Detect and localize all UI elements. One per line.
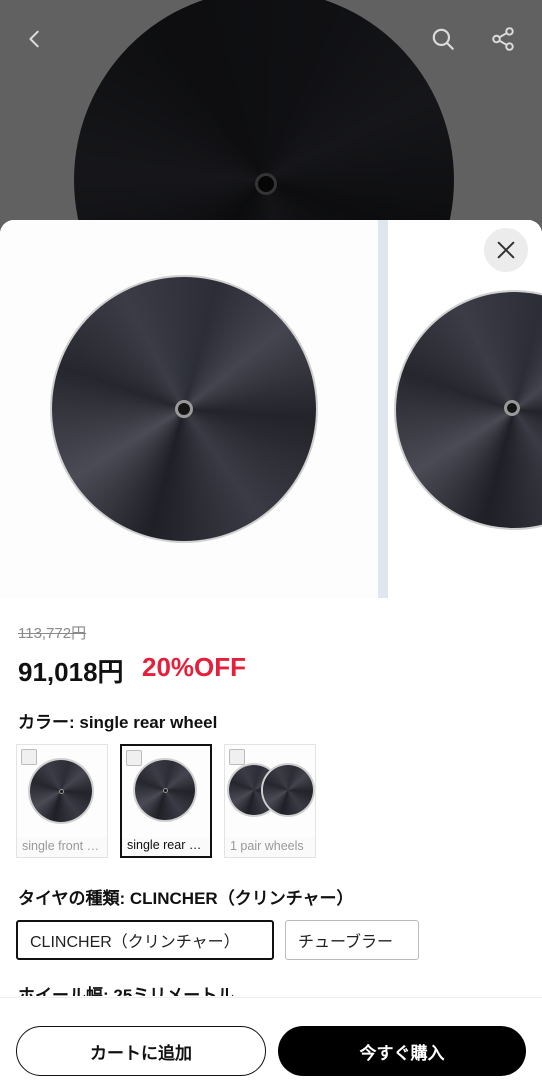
- tire-type-label: タイヤの種類: CLINCHER（クリンチャー）: [18, 889, 354, 908]
- swatch-thumbnail: [122, 746, 210, 838]
- expand-icon: [21, 749, 37, 765]
- sale-price: 91,018円: [18, 657, 124, 687]
- swatch-label: single front wheel: [22, 839, 107, 853]
- gallery-image-main[interactable]: [0, 220, 378, 598]
- color-option-single-front[interactable]: single front wheel: [16, 744, 108, 858]
- expand-icon: [126, 750, 142, 766]
- tire-option-tubular[interactable]: チューブラー: [285, 920, 419, 960]
- wheel-image: [396, 292, 542, 528]
- wheel-hub: [163, 788, 168, 793]
- gallery-image-next[interactable]: [388, 220, 542, 598]
- chevron-left-icon: [29, 30, 39, 48]
- discount-badge: 20%OFF: [142, 652, 247, 682]
- color-label: カラー: single rear wheel: [18, 713, 218, 732]
- search-icon: [432, 28, 454, 50]
- wheel-hub: [504, 400, 520, 416]
- original-price: 113,772円: [18, 625, 87, 642]
- add-to-cart-button[interactable]: カートに追加: [16, 1026, 266, 1076]
- color-option-pair[interactable]: 1 pair wheels: [224, 744, 316, 858]
- close-button[interactable]: [484, 228, 528, 272]
- search-button[interactable]: [426, 22, 460, 56]
- tire-option-clincher[interactable]: CLINCHER（クリンチャー）: [16, 920, 274, 960]
- color-option-single-rear[interactable]: single rear wheel: [120, 744, 212, 858]
- swatch-label: single rear wheel: [127, 838, 210, 852]
- image-gallery[interactable]: [0, 220, 542, 598]
- gallery-divider: [378, 220, 388, 598]
- swatch-thumbnail: [225, 745, 315, 837]
- wheel-hub: [59, 789, 64, 794]
- wheel-thumbnail-rear: [263, 765, 313, 815]
- swatch-thumbnail: [17, 745, 107, 837]
- wheel-width-label: ホイール幅: 25ミリメートル: [18, 986, 235, 996]
- swatch-label: 1 pair wheels: [230, 839, 304, 853]
- wheel-hub: [175, 400, 193, 418]
- action-bar: カートに追加 今すぐ購入: [0, 997, 542, 1080]
- expand-icon: [229, 749, 245, 765]
- share-button[interactable]: [486, 22, 520, 56]
- back-button[interactable]: [18, 22, 52, 56]
- share-icon: [492, 27, 514, 51]
- close-icon: [497, 241, 515, 259]
- sku-selector-sheet: 113,772円 91,018円 20%OFF カラー: single rear…: [0, 220, 542, 1080]
- buy-now-button[interactable]: 今すぐ購入: [278, 1026, 526, 1076]
